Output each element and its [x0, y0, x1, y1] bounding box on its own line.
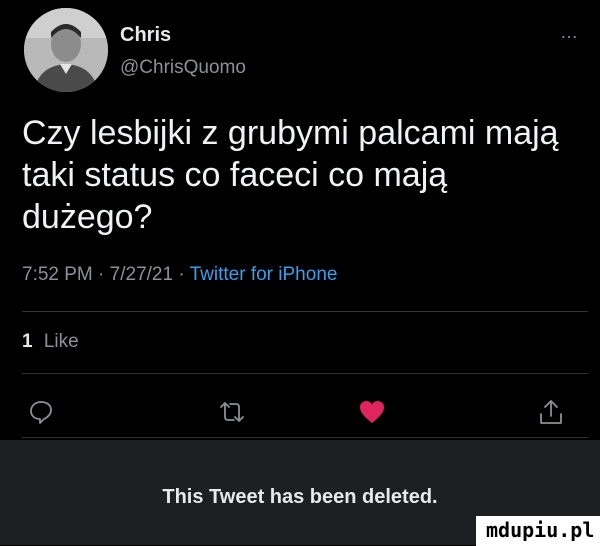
likes-summary[interactable]: 1 Like [22, 331, 79, 353]
author-name[interactable]: Chris [120, 24, 171, 47]
more-options-icon[interactable]: … [560, 22, 579, 43]
reply-button[interactable] [21, 392, 61, 432]
avatar-photo [24, 8, 108, 92]
divider [22, 437, 588, 438]
watermark-logo: mdupiu.pl [476, 516, 600, 546]
like-button[interactable] [352, 392, 392, 432]
like-heart [360, 401, 384, 423]
likes-label: Like [43, 331, 79, 352]
meta-separator: · [178, 264, 185, 285]
tweet-text: Czy lesbijki z grubymi palcami mają taki… [22, 114, 559, 236]
divider [22, 311, 588, 312]
author-handle[interactable]: @ChrisQuomo [120, 57, 246, 79]
like-icon [360, 401, 384, 423]
share-icon [540, 400, 562, 424]
retweet-icon [220, 402, 244, 422]
reply-icon [30, 401, 52, 424]
divider [22, 373, 588, 374]
share-button[interactable] [531, 392, 571, 432]
retweet-button[interactable] [212, 392, 252, 432]
likes-count: 1 [22, 331, 33, 352]
tweet-meta: 7:52 PM · 7/27/21 · Twitter for iPhone [22, 264, 337, 286]
avatar[interactable] [24, 8, 108, 92]
meta-separator: · [98, 264, 105, 285]
tweet-date[interactable]: 7/27/21 [110, 264, 173, 285]
tweet-source[interactable]: Twitter for iPhone [190, 264, 338, 285]
deleted-notice-text: This Tweet has been deleted. [162, 486, 438, 508]
tweet-card: Chris @ChrisQuomo … Czy lesbijki z gruby… [0, 0, 600, 440]
tweet-time[interactable]: 7:52 PM [22, 264, 93, 285]
